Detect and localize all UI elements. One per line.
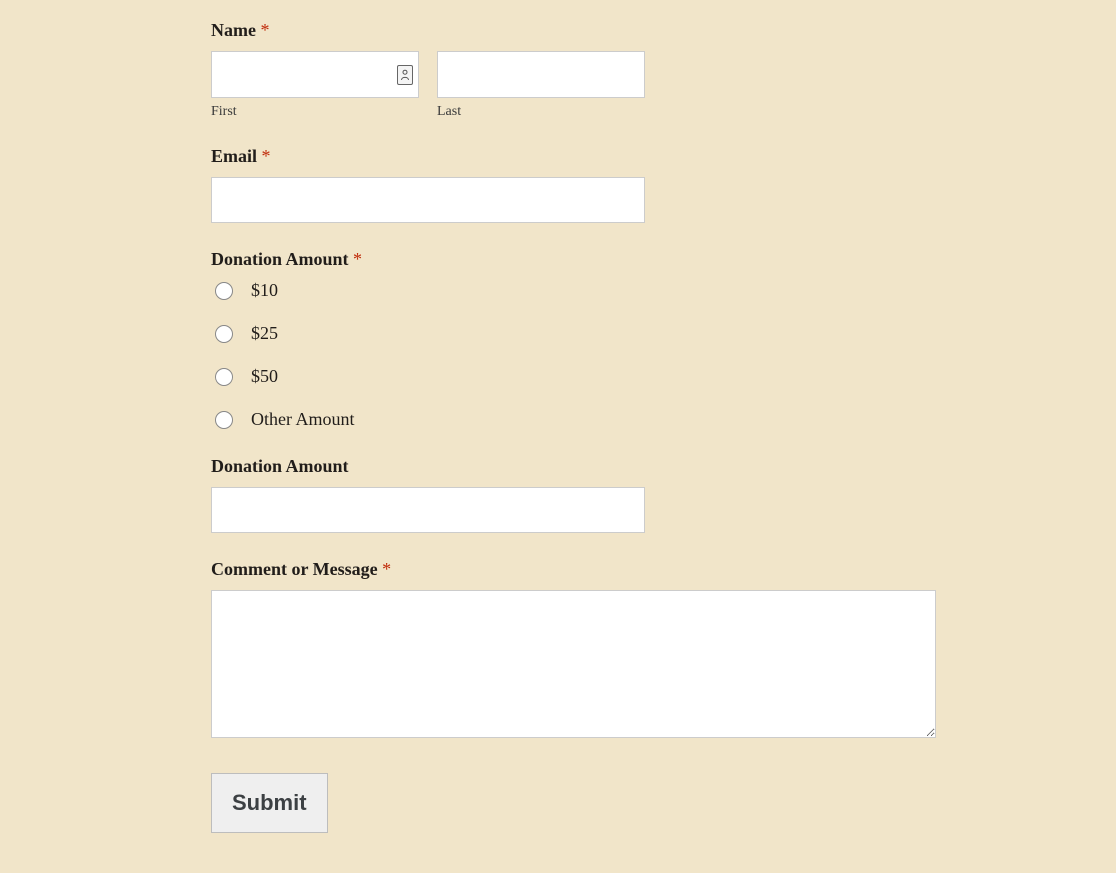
comment-label-text: Comment or Message <box>211 559 378 579</box>
comment-field-group: Comment or Message * <box>211 559 936 743</box>
donation-radio-list: $10 $25 $50 Other Amount <box>211 280 936 430</box>
first-name-wrap <box>211 51 419 98</box>
donation-radio-label: $25 <box>251 323 278 344</box>
donation-radio-label: $10 <box>251 280 278 301</box>
submit-button[interactable]: Submit <box>211 773 328 833</box>
required-asterisk: * <box>353 249 362 269</box>
last-name-col: Last <box>437 51 645 120</box>
email-label-text: Email <box>211 146 257 166</box>
donation-form: Name * First Last <box>211 20 936 833</box>
name-label-text: Name <box>211 20 256 40</box>
name-field-group: Name * First Last <box>211 20 936 120</box>
last-name-input[interactable] <box>437 51 645 98</box>
first-name-col: First <box>211 51 419 120</box>
donation-amount-label: Donation Amount * <box>211 249 936 270</box>
donation-amount-text-group: Donation Amount <box>211 456 936 533</box>
donation-radio-label: Other Amount <box>251 409 355 430</box>
comment-textarea[interactable] <box>211 590 936 738</box>
donation-amount-input[interactable] <box>211 487 645 533</box>
donation-amount-text-label: Donation Amount <box>211 456 936 477</box>
donation-option-other: Other Amount <box>215 409 936 430</box>
donation-radio-50[interactable] <box>215 368 233 386</box>
email-field-group: Email * <box>211 146 936 223</box>
email-label: Email * <box>211 146 936 167</box>
donation-radio-10[interactable] <box>215 282 233 300</box>
first-name-sublabel: First <box>211 104 419 120</box>
last-name-sublabel: Last <box>437 104 645 120</box>
email-input[interactable] <box>211 177 645 223</box>
donation-amount-radio-group: Donation Amount * $10 $25 $50 Other Amou… <box>211 249 936 430</box>
donation-amount-text-label-text: Donation Amount <box>211 456 349 476</box>
donation-option-50: $50 <box>215 366 936 387</box>
comment-label: Comment or Message * <box>211 559 936 580</box>
first-name-input[interactable] <box>211 51 419 98</box>
donation-amount-label-text: Donation Amount <box>211 249 349 269</box>
required-asterisk: * <box>260 20 269 40</box>
donation-radio-25[interactable] <box>215 325 233 343</box>
donation-radio-other[interactable] <box>215 411 233 429</box>
name-row: First Last <box>211 51 936 120</box>
required-asterisk: * <box>382 559 391 579</box>
required-asterisk: * <box>262 146 271 166</box>
donation-option-25: $25 <box>215 323 936 344</box>
name-label: Name * <box>211 20 936 41</box>
donation-option-10: $10 <box>215 280 936 301</box>
donation-radio-label: $50 <box>251 366 278 387</box>
